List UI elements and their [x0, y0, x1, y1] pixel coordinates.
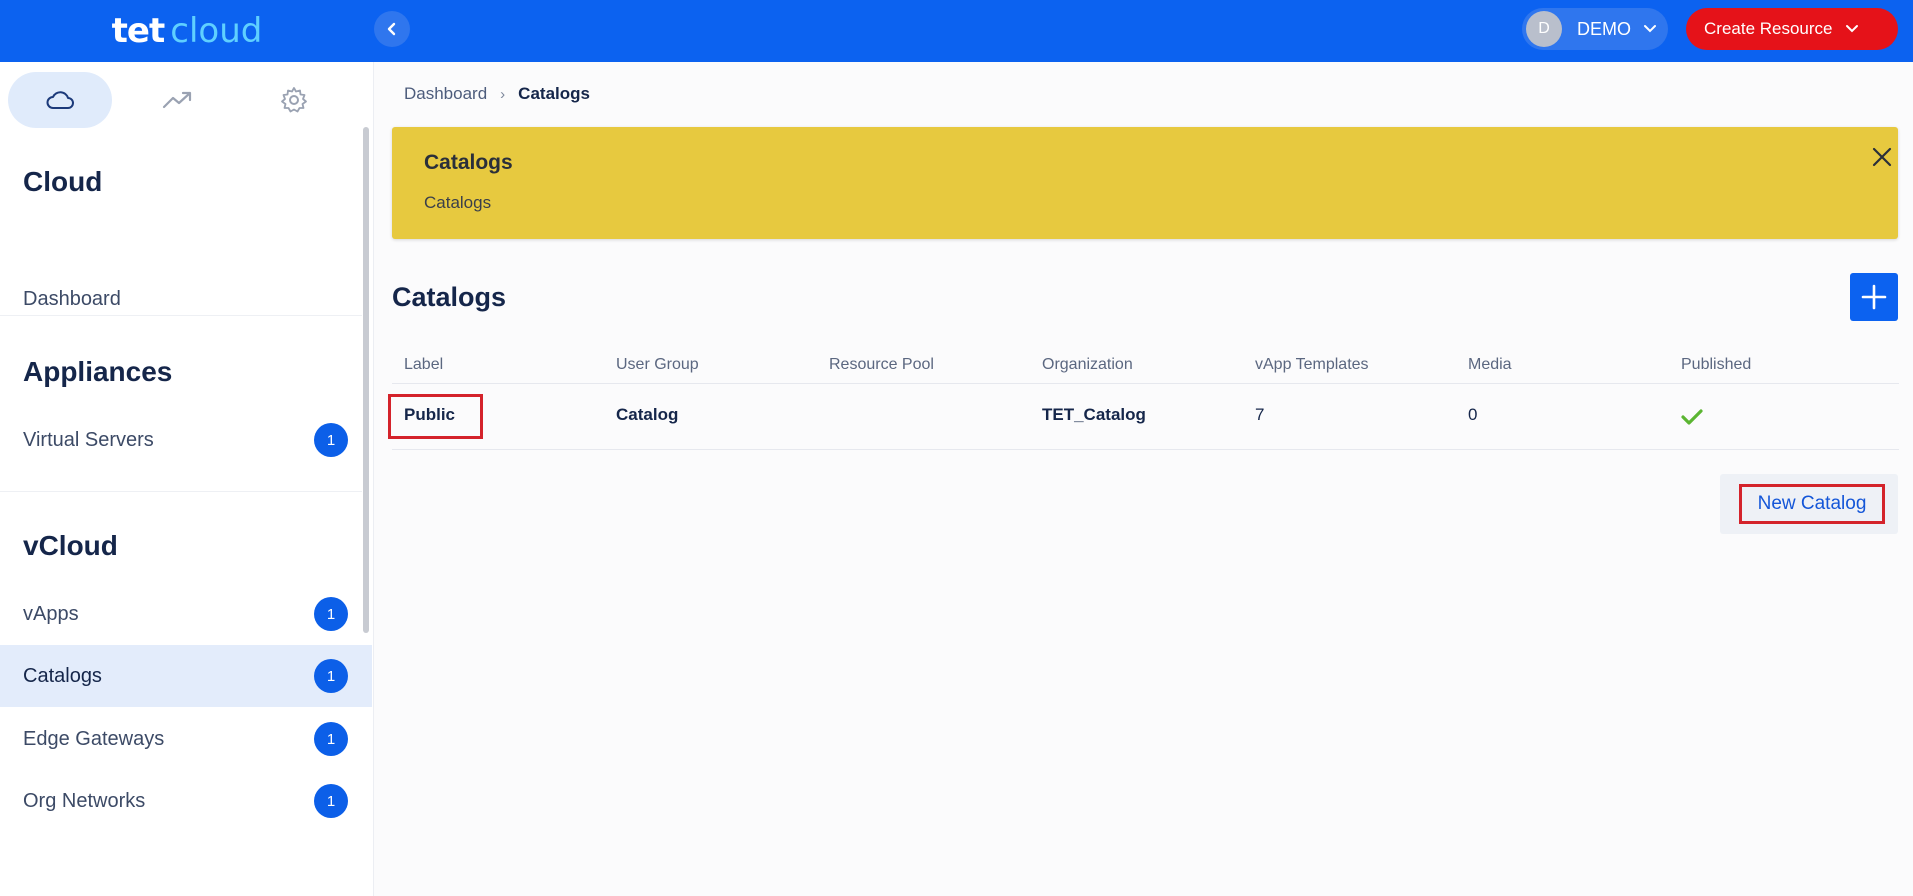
sidebar-item-virtual-servers[interactable]: Virtual Servers 1 [0, 409, 372, 471]
cell-media: 0 [1468, 405, 1478, 424]
collapse-sidebar-button[interactable] [374, 11, 410, 47]
sidebar-tabs [8, 72, 358, 128]
count-badge: 1 [314, 722, 348, 756]
brand-logo-cloud: cloud [170, 11, 263, 51]
banner-title: Catalogs [424, 151, 513, 174]
table-header: Label User Group Resource Pool Organizat… [392, 348, 1899, 384]
sidebar-item-label: Virtual Servers [23, 428, 154, 451]
sidebar: Cloud Dashboard Appliances Virtual Serve… [0, 62, 374, 896]
breadcrumb-current: Catalogs [518, 84, 590, 103]
column-header-organization[interactable]: Organization [1042, 356, 1133, 374]
column-header-label[interactable]: Label [404, 356, 443, 374]
new-catalog-container: New Catalog [1720, 474, 1898, 534]
cell-vapp-templates: 7 [1255, 405, 1265, 424]
sidebar-divider [0, 315, 362, 316]
brand-logo[interactable]: tet cloud [0, 0, 374, 62]
breadcrumb-dashboard[interactable]: Dashboard [404, 84, 487, 104]
close-banner-button[interactable] [1868, 143, 1896, 171]
gear-icon [281, 87, 307, 113]
add-catalog-button[interactable] [1850, 273, 1898, 321]
tab-settings[interactable] [242, 72, 346, 128]
top-bar: tet cloud D DEMO Create Resource [0, 0, 1913, 62]
brand-logo-tet: tet [111, 11, 166, 51]
cell-user-group: Catalog [616, 405, 679, 424]
column-header-media[interactable]: Media [1468, 356, 1512, 374]
catalogs-table: Label User Group Resource Pool Organizat… [388, 348, 1899, 450]
avatar: D [1526, 11, 1562, 47]
plus-icon [1861, 284, 1887, 310]
column-header-published[interactable]: Published [1681, 356, 1751, 374]
check-icon [1681, 409, 1703, 425]
count-badge: 1 [314, 423, 348, 457]
sidebar-divider [0, 491, 362, 492]
column-header-user-group[interactable]: User Group [616, 356, 699, 374]
info-banner: Catalogs Catalogs [392, 127, 1898, 239]
chevron-down-icon [1845, 25, 1858, 33]
close-icon [1872, 147, 1892, 167]
sidebar-item-label: vApps [23, 602, 79, 625]
page-title: Catalogs [392, 282, 507, 312]
column-header-resource-pool[interactable]: Resource Pool [829, 356, 934, 374]
count-badge: 1 [314, 659, 348, 693]
catalog-label-link[interactable]: Public [404, 405, 455, 425]
create-resource-label: Create Resource [1704, 19, 1833, 38]
sidebar-item-dashboard[interactable]: Dashboard [0, 268, 372, 330]
new-catalog-button[interactable]: New Catalog [1739, 484, 1885, 524]
cloud-icon [46, 91, 74, 109]
banner-body: Catalogs [424, 193, 492, 212]
sidebar-item-label: Dashboard [23, 287, 121, 310]
sidebar-item-catalogs[interactable]: Catalogs 1 [0, 645, 372, 707]
count-badge: 1 [314, 597, 348, 631]
tab-analytics[interactable] [125, 72, 229, 128]
table-row[interactable]: Public Catalog TET_Catalog 7 0 [388, 384, 1899, 450]
sidebar-item-label: Edge Gateways [23, 727, 165, 750]
sidebar-item-org-networks[interactable]: Org Networks 1 [0, 770, 372, 832]
breadcrumb-separator: › [500, 85, 506, 103]
section-title-appliances: Appliances [23, 356, 173, 387]
section-title-cloud: Cloud [23, 166, 103, 197]
sidebar-item-label: Catalogs [23, 664, 102, 687]
cell-organization: TET_Catalog [1042, 405, 1146, 424]
user-menu-button[interactable]: D DEMO [1522, 8, 1668, 50]
user-name: DEMO [1577, 18, 1631, 39]
column-header-vapp-templates[interactable]: vApp Templates [1255, 356, 1369, 374]
trending-up-icon [162, 91, 192, 109]
tab-cloud[interactable] [8, 72, 112, 128]
section-title-vcloud: vCloud [23, 530, 118, 561]
sidebar-item-edge-gateways[interactable]: Edge Gateways 1 [0, 708, 372, 770]
count-badge: 1 [314, 784, 348, 818]
chevron-down-icon [1644, 25, 1656, 33]
create-resource-button[interactable]: Create Resource [1686, 8, 1898, 50]
chevron-left-icon [387, 22, 396, 36]
sidebar-item-vapps[interactable]: vApps 1 [0, 583, 372, 645]
sidebar-scrollbar[interactable] [363, 127, 369, 633]
sidebar-item-label: Org Networks [23, 789, 146, 812]
breadcrumb: Dashboard › Catalogs [404, 84, 590, 104]
